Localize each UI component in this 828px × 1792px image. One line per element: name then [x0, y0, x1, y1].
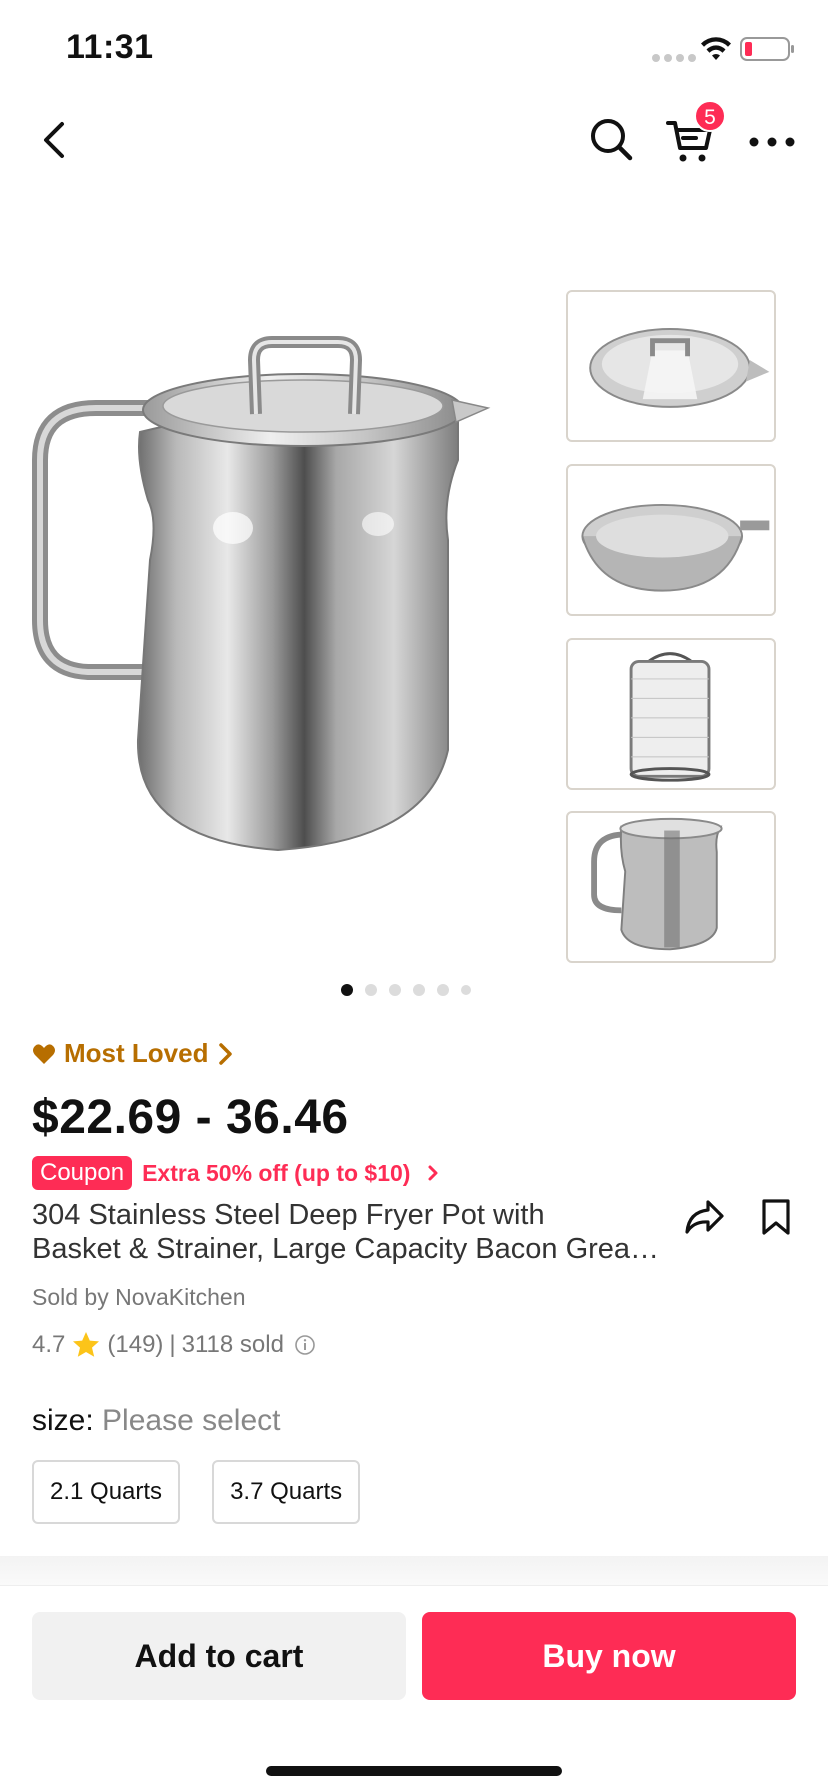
thumbnail-lid[interactable] — [566, 290, 776, 442]
size-value: Please select — [102, 1404, 281, 1437]
nav-bar: 5 — [0, 100, 828, 180]
product-gallery[interactable] — [0, 270, 828, 990]
bottom-action-bar: Add to cart Buy now — [0, 1586, 828, 1792]
battery-low-icon — [740, 37, 794, 61]
most-loved-label: Most Loved — [64, 1038, 209, 1068]
status-bar: 11:31 — [0, 0, 828, 100]
star-icon — [73, 1332, 100, 1357]
home-indicator[interactable] — [266, 1766, 562, 1776]
sold-count: 3118 sold — [181, 1331, 284, 1358]
price-range: $22.69 - 36.46 — [32, 1091, 349, 1144]
heart-icon — [33, 1043, 55, 1064]
cart-button[interactable]: 5 — [666, 100, 726, 166]
product-title-line: 304 Stainless Steel Deep Fryer Pot with — [32, 1199, 545, 1231]
pager-dot — [413, 984, 425, 996]
cellular-signal-icon — [652, 54, 696, 62]
gallery-pager — [0, 980, 828, 1000]
more-icon[interactable] — [748, 136, 796, 148]
search-icon[interactable] — [588, 116, 634, 162]
section-divider — [0, 1556, 828, 1586]
size-options: 2.1 Quarts 3.7 Quarts — [32, 1460, 361, 1524]
coupon-badge: Coupon — [32, 1156, 133, 1190]
thumbnail-basket[interactable] — [566, 638, 776, 790]
most-loved-badge[interactable]: Most Loved — [32, 1038, 234, 1069]
size-option-2-1-quarts[interactable]: 2.1 Quarts — [32, 1460, 181, 1524]
thumbnail-strainer[interactable] — [566, 464, 776, 616]
thumbnail-pot[interactable] — [566, 811, 776, 963]
add-to-cart-button[interactable]: Add to cart — [32, 1612, 406, 1700]
status-time: 11:31 — [66, 28, 154, 66]
wifi-icon — [701, 37, 731, 60]
size-selector-label: size: Please select — [32, 1404, 280, 1438]
cart-count-badge: 5 — [694, 100, 726, 132]
info-icon[interactable] — [294, 1334, 316, 1356]
rating-value: 4.7 — [32, 1331, 66, 1358]
size-option-3-7-quarts[interactable]: 3.7 Quarts — [212, 1460, 361, 1524]
pager-dot — [437, 984, 449, 996]
seller-name[interactable]: Sold by NovaKitchen — [32, 1284, 246, 1311]
size-label: size: — [32, 1404, 94, 1437]
rating-separator: | — [169, 1331, 176, 1358]
chevron-right-icon — [428, 1165, 438, 1181]
chevron-right-icon — [219, 1042, 233, 1065]
pager-dot — [365, 984, 377, 996]
product-title: 304 Stainless Steel Deep Fryer Pot with … — [32, 1198, 672, 1266]
review-count: (149) — [107, 1331, 164, 1358]
share-icon[interactable] — [684, 1198, 724, 1236]
coupon-text: Extra 50% off (up to $10) — [142, 1159, 411, 1186]
product-main-image[interactable] — [28, 320, 558, 920]
rating-row[interactable]: 4.7 (149) | 3118 sold — [32, 1330, 316, 1360]
pager-dot-active — [341, 984, 353, 996]
bookmark-icon[interactable] — [760, 1198, 792, 1236]
back-icon[interactable] — [36, 118, 76, 162]
buy-now-button[interactable]: Buy now — [422, 1612, 796, 1700]
coupon-row[interactable]: Coupon Extra 50% off (up to $10) — [32, 1156, 440, 1190]
pager-dot — [461, 985, 471, 995]
product-title-line: Basket & Strainer, Large Capacity Bacon … — [32, 1233, 672, 1265]
pager-dot — [389, 984, 401, 996]
